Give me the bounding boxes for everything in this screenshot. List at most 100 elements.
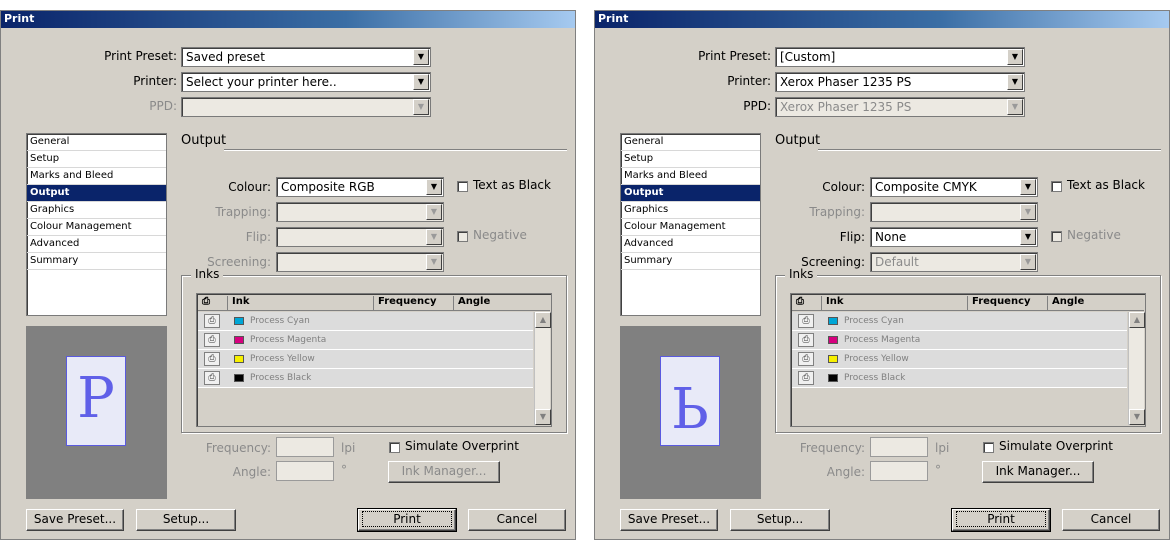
nav-item-general[interactable]: General <box>621 134 760 151</box>
chevron-down-icon[interactable]: ▼ <box>413 74 429 90</box>
printer-select[interactable]: Select your printer here.. ▼ <box>181 72 431 92</box>
ink-row[interactable]: ⎙ Process Cyan <box>792 312 1127 331</box>
cancel-button[interactable]: Cancel <box>468 509 566 531</box>
print-toggle-icon[interactable]: ⎙ <box>204 371 220 385</box>
colour-select[interactable]: Composite CMYK ▼ <box>870 177 1038 197</box>
print-toggle-icon[interactable]: ⎙ <box>204 314 220 328</box>
ink-row[interactable]: ⎙ Process Black <box>792 369 1127 388</box>
category-list[interactable]: General Setup Marks and Bleed Output Gra… <box>620 133 761 316</box>
nav-item-setup[interactable]: Setup <box>27 151 166 168</box>
simulate-overprint-checkbox[interactable] <box>983 442 994 453</box>
ink-row[interactable]: ⎙ Process Cyan <box>198 312 533 331</box>
nav-item-graphics[interactable]: Graphics <box>27 202 166 219</box>
nav-item-advanced[interactable]: Advanced <box>621 236 760 253</box>
yellow-swatch-icon <box>828 355 838 363</box>
angle-column-header[interactable]: Angle <box>1048 296 1145 310</box>
inks-table[interactable]: ⎙ Ink Frequency Angle ⎙ Process Cyan ⎙ P… <box>196 293 552 427</box>
ink-row[interactable]: ⎙ Process Magenta <box>792 331 1127 350</box>
ink-row[interactable]: ⎙ Process Yellow <box>198 350 533 369</box>
ink-column-header[interactable]: Ink <box>822 296 968 310</box>
print-toggle-icon[interactable]: ⎙ <box>204 333 220 347</box>
colour-select[interactable]: Composite RGB ▼ <box>276 177 444 197</box>
negative-label: Negative <box>473 228 527 242</box>
nav-item-summary[interactable]: Summary <box>621 253 760 270</box>
simulate-overprint-checkbox[interactable] <box>389 442 400 453</box>
screening-select: ▼ <box>276 252 444 272</box>
nav-item-general[interactable]: General <box>27 134 166 151</box>
chevron-down-icon: ▼ <box>1020 254 1036 270</box>
ink-row[interactable]: ⎙ Process Black <box>198 369 533 388</box>
nav-item-marks-and-bleed[interactable]: Marks and Bleed <box>621 168 760 185</box>
print-toggle-icon[interactable]: ⎙ <box>798 314 814 328</box>
chevron-down-icon: ▼ <box>1020 204 1036 220</box>
chevron-down-icon: ▼ <box>413 99 429 115</box>
printer-select[interactable]: Xerox Phaser 1235 PS ▼ <box>775 72 1025 92</box>
text-as-black-checkbox[interactable] <box>1051 181 1062 192</box>
print-toggle-icon[interactable]: ⎙ <box>204 352 220 366</box>
scroll-down-icon[interactable]: ▼ <box>1129 409 1145 425</box>
save-preset-button[interactable]: Save Preset... <box>26 509 124 531</box>
print-button[interactable]: Print <box>951 508 1051 532</box>
print-toggle-icon[interactable]: ⎙ <box>798 333 814 347</box>
angle-column-header[interactable]: Angle <box>454 296 551 310</box>
nav-item-colour-management[interactable]: Colour Management <box>621 219 760 236</box>
chevron-down-icon[interactable]: ▼ <box>426 179 442 195</box>
nav-item-output[interactable]: Output <box>621 185 760 202</box>
scroll-up-icon[interactable]: ▲ <box>535 312 551 328</box>
chevron-down-icon[interactable]: ▼ <box>1007 49 1023 65</box>
colour-value: Composite RGB <box>281 180 375 194</box>
ink-column-header[interactable]: Ink <box>228 296 374 310</box>
chevron-down-icon[interactable]: ▼ <box>1020 179 1036 195</box>
ink-manager-button[interactable]: Ink Manager... <box>982 461 1094 483</box>
print-button-label: Print <box>956 511 1046 527</box>
inks-scrollbar[interactable]: ▲ ▼ <box>534 312 551 425</box>
frequency-column-header[interactable]: Frequency <box>374 296 454 310</box>
nav-item-marks-and-bleed[interactable]: Marks and Bleed <box>27 168 166 185</box>
black-swatch-icon <box>828 374 838 382</box>
trapping-label: Trapping: <box>809 205 865 219</box>
inks-group-title: Inks <box>785 267 818 281</box>
print-preset-label: Print Preset: <box>104 49 177 63</box>
ppd-label: PPD: <box>743 99 771 113</box>
print-dialog-left: Print Print Preset: Saved preset ▼ Print… <box>0 10 576 540</box>
chevron-down-icon[interactable]: ▼ <box>1020 229 1036 245</box>
setup-button[interactable]: Setup... <box>730 509 830 531</box>
frequency-column-header[interactable]: Frequency <box>968 296 1048 310</box>
nav-item-colour-management[interactable]: Colour Management <box>27 219 166 236</box>
inks-scrollbar[interactable]: ▲ ▼ <box>1128 312 1145 425</box>
nav-item-graphics[interactable]: Graphics <box>621 202 760 219</box>
cancel-button[interactable]: Cancel <box>1062 509 1160 531</box>
nav-item-setup[interactable]: Setup <box>621 151 760 168</box>
print-preset-label: Print Preset: <box>698 49 771 63</box>
setup-button[interactable]: Setup... <box>136 509 236 531</box>
simulate-overprint-label: Simulate Overprint <box>999 439 1113 453</box>
print-preset-select[interactable]: [Custom] ▼ <box>775 47 1025 67</box>
print-button[interactable]: Print <box>357 508 457 532</box>
category-list[interactable]: General Setup Marks and Bleed Output Gra… <box>26 133 167 316</box>
ink-name: Process Yellow <box>250 354 315 364</box>
scroll-down-icon[interactable]: ▼ <box>535 409 551 425</box>
save-preset-button[interactable]: Save Preset... <box>620 509 718 531</box>
section-divider <box>224 149 567 151</box>
printer-label: Printer: <box>727 74 771 88</box>
print-preset-select[interactable]: Saved preset ▼ <box>181 47 431 67</box>
ink-row[interactable]: ⎙ Process Yellow <box>792 350 1127 369</box>
text-as-black-checkbox[interactable] <box>457 181 468 192</box>
colour-value: Composite CMYK <box>875 180 977 194</box>
inks-group-title: Inks <box>191 267 224 281</box>
chevron-down-icon[interactable]: ▼ <box>1007 74 1023 90</box>
angle-unit: ° <box>341 463 347 477</box>
colour-label: Colour: <box>822 180 865 194</box>
print-toggle-icon[interactable]: ⎙ <box>798 352 814 366</box>
ink-row[interactable]: ⎙ Process Magenta <box>198 331 533 350</box>
print-toggle-icon[interactable]: ⎙ <box>798 371 814 385</box>
nav-item-output[interactable]: Output <box>27 185 166 202</box>
flip-select[interactable]: None ▼ <box>870 227 1038 247</box>
scroll-up-icon[interactable]: ▲ <box>1129 312 1145 328</box>
nav-item-summary[interactable]: Summary <box>27 253 166 270</box>
nav-item-advanced[interactable]: Advanced <box>27 236 166 253</box>
ink-name: Process Black <box>844 373 906 383</box>
angle-label: Angle: <box>826 465 865 479</box>
inks-table[interactable]: ⎙ Ink Frequency Angle ⎙ Process Cyan ⎙ P… <box>790 293 1146 427</box>
chevron-down-icon[interactable]: ▼ <box>413 49 429 65</box>
